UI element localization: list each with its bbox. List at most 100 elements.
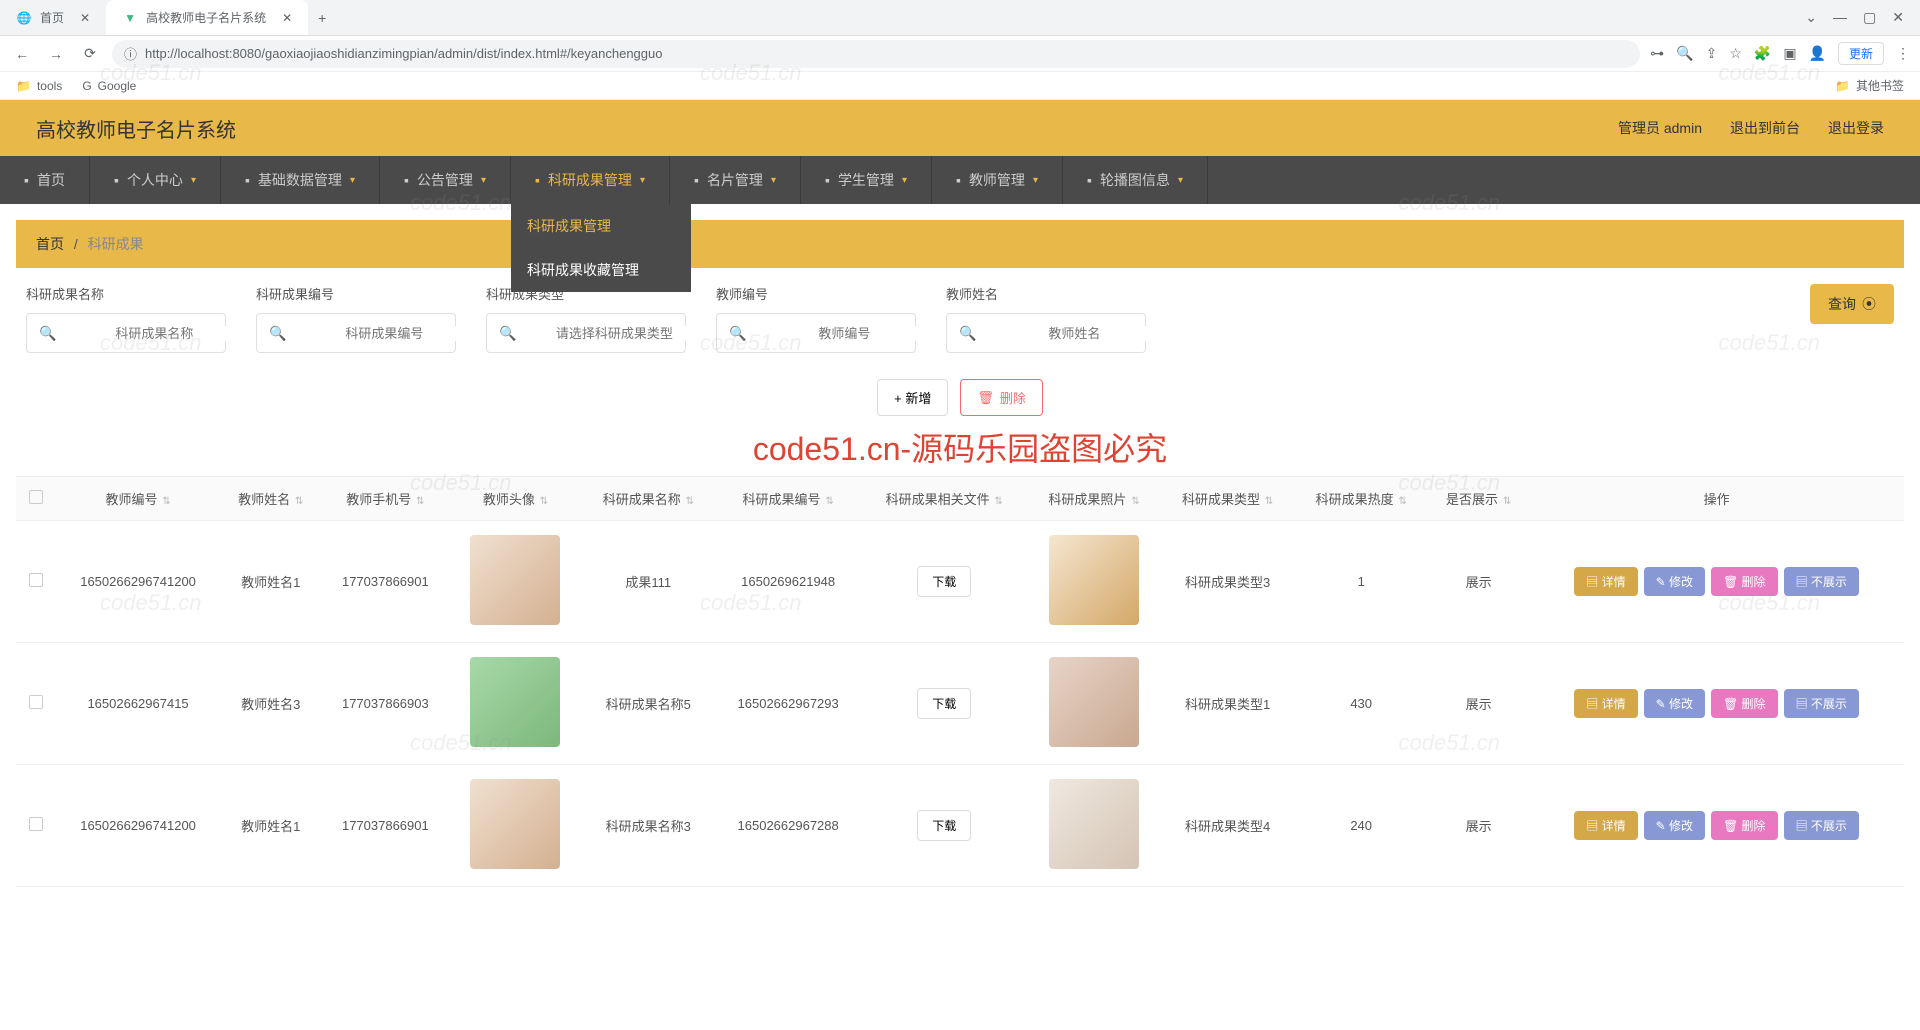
add-button[interactable]: + 新增: [877, 379, 948, 416]
bookmark-other[interactable]: 📁 其他书签: [1835, 77, 1904, 94]
sort-icon: ⇅: [413, 496, 424, 507]
filter-input-wrap: 🔍: [486, 313, 686, 353]
app-header: 高校教师电子名片系统 管理员 admin 退出到前台 退出登录: [0, 100, 1920, 156]
logout-front-link[interactable]: 退出到前台: [1730, 118, 1800, 138]
breadcrumb-home[interactable]: 首页: [36, 236, 64, 252]
share-icon[interactable]: ⇪: [1706, 45, 1718, 62]
th-teacher_avatar[interactable]: 教师头像 ⇅: [449, 477, 581, 521]
th-res_heat[interactable]: 科研成果热度 ⇅: [1294, 477, 1428, 521]
update-button[interactable]: 更新: [1838, 42, 1884, 65]
search-icon: 🔍: [39, 325, 56, 342]
th-teacher_name[interactable]: 教师姓名 ⇅: [220, 477, 321, 521]
dropdown-icon[interactable]: ⌄: [1805, 9, 1817, 26]
photo-img[interactable]: [1049, 657, 1139, 747]
new-tab-button[interactable]: +: [308, 10, 336, 26]
nav-item-4[interactable]: ▪科研成果管理▾科研成果管理科研成果收藏管理: [511, 156, 670, 204]
photo-img[interactable]: [1049, 535, 1139, 625]
zoom-icon[interactable]: 🔍: [1676, 45, 1693, 62]
checkbox-all[interactable]: [29, 490, 43, 504]
cell-is-show: 展示: [1428, 765, 1529, 887]
photo-img[interactable]: [1049, 779, 1139, 869]
avatar-img[interactable]: [470, 657, 560, 747]
maximize-icon[interactable]: ▢: [1863, 9, 1876, 26]
hide-button[interactable]: ▤ 不展示: [1784, 689, 1859, 718]
url-input[interactable]: ⓘ http://localhost:8080/gaoxiaojiaoshidi…: [112, 40, 1640, 68]
cell-res-name: 科研成果名称5: [582, 643, 716, 765]
download-button[interactable]: 下载: [917, 688, 971, 719]
th-is_show[interactable]: 是否展示 ⇅: [1428, 477, 1529, 521]
extensions-icon[interactable]: 🧩: [1754, 45, 1771, 62]
th-res_name[interactable]: 科研成果名称 ⇅: [582, 477, 716, 521]
info-icon: ⓘ: [124, 44, 137, 63]
nav-item-1[interactable]: ▪个人中心▾: [90, 156, 221, 204]
panel-icon[interactable]: ▣: [1783, 45, 1796, 62]
menu-icon[interactable]: ⋮: [1896, 45, 1910, 62]
cell-is-show: 展示: [1428, 643, 1529, 765]
avatar-img[interactable]: [470, 535, 560, 625]
back-icon[interactable]: ←: [10, 42, 34, 66]
filter-type-input[interactable]: [526, 326, 702, 341]
filter-code-input[interactable]: [296, 326, 472, 341]
star-icon[interactable]: ☆: [1729, 45, 1742, 62]
logout-link[interactable]: 退出登录: [1828, 118, 1884, 138]
avatar-img[interactable]: [470, 779, 560, 869]
key-icon[interactable]: ⊶: [1650, 45, 1664, 62]
row-checkbox[interactable]: [29, 817, 43, 831]
close-window-icon[interactable]: ✕: [1892, 9, 1904, 26]
th-teacher_phone[interactable]: 教师手机号 ⇅: [321, 477, 449, 521]
detail-button[interactable]: ▤ 详情: [1574, 811, 1637, 840]
close-icon[interactable]: ✕: [80, 11, 90, 25]
edit-button[interactable]: ✎ 修改: [1644, 567, 1705, 596]
bookmark-tools[interactable]: 📁 tools: [16, 79, 62, 93]
hide-button[interactable]: ▤ 不展示: [1784, 811, 1859, 840]
delete-button[interactable]: 🗑 删除: [960, 379, 1043, 416]
chevron-down-icon: ▾: [1178, 175, 1183, 186]
nav-item-5[interactable]: ▪名片管理▾: [670, 156, 801, 204]
nav-item-0[interactable]: ▪首页: [0, 156, 90, 204]
nav-item-6[interactable]: ▪学生管理▾: [801, 156, 932, 204]
close-icon[interactable]: ✕: [282, 11, 292, 25]
filter-name-input[interactable]: [66, 326, 242, 341]
row-checkbox[interactable]: [29, 695, 43, 709]
dropdown-item[interactable]: 科研成果收藏管理: [511, 248, 691, 292]
th-res_file[interactable]: 科研成果相关文件 ⇅: [861, 477, 1027, 521]
cell-teacher-code: 1650266296741200: [56, 765, 220, 887]
browser-tab[interactable]: 🌐 首页 ✕: [0, 0, 106, 35]
nav-item-8[interactable]: ▪轮播图信息▾: [1063, 156, 1208, 204]
detail-button[interactable]: ▤ 详情: [1574, 567, 1637, 596]
nav-item-7[interactable]: ▪教师管理▾: [932, 156, 1063, 204]
search-icon: 🔍: [499, 325, 516, 342]
cell-res-code: 16502662967293: [715, 643, 861, 765]
detail-button[interactable]: ▤ 详情: [1574, 689, 1637, 718]
delete-row-button[interactable]: 🗑 删除: [1711, 811, 1778, 840]
bookmark-google[interactable]: G Google: [82, 79, 136, 93]
edit-button[interactable]: ✎ 修改: [1644, 689, 1705, 718]
query-button[interactable]: 查询 ⦿: [1810, 284, 1894, 324]
table-row: 16502662967415 教师姓名3 177037866903 科研成果名称…: [16, 643, 1904, 765]
filter-teacher_name-input[interactable]: [986, 326, 1162, 341]
delete-row-button[interactable]: 🗑 删除: [1711, 689, 1778, 718]
user-label[interactable]: 管理员 admin: [1618, 118, 1702, 138]
nav-item-3[interactable]: ▪公告管理▾: [380, 156, 511, 204]
browser-tab-active[interactable]: ▼ 高校教师电子名片系统 ✕: [106, 0, 308, 35]
reload-icon[interactable]: ⟳: [78, 42, 102, 66]
th-res_type[interactable]: 科研成果类型 ⇅: [1161, 477, 1295, 521]
delete-row-button[interactable]: 🗑 删除: [1711, 567, 1778, 596]
gear-icon: ▪: [245, 172, 250, 188]
google-icon: G: [82, 79, 91, 93]
th-res_photo[interactable]: 科研成果照片 ⇅: [1027, 477, 1161, 521]
minimize-icon[interactable]: —: [1833, 9, 1847, 26]
hide-button[interactable]: ▤ 不展示: [1784, 567, 1859, 596]
th-res_code[interactable]: 科研成果编号 ⇅: [715, 477, 861, 521]
dropdown-item[interactable]: 科研成果管理: [511, 204, 691, 248]
row-checkbox[interactable]: [29, 573, 43, 587]
filter-row: 科研成果名称 🔍 科研成果编号 🔍 科研成果类型 🔍 教师编号 🔍 教师姓名 🔍…: [16, 284, 1904, 369]
filter-teacher_code-input[interactable]: [756, 326, 932, 341]
edit-button[interactable]: ✎ 修改: [1644, 811, 1705, 840]
nav-item-2[interactable]: ▪基础数据管理▾: [221, 156, 380, 204]
forward-icon[interactable]: →: [44, 42, 68, 66]
th-teacher_code[interactable]: 教师编号 ⇅: [56, 477, 220, 521]
profile-icon[interactable]: 👤: [1809, 45, 1826, 62]
download-button[interactable]: 下载: [917, 810, 971, 841]
download-button[interactable]: 下载: [917, 566, 971, 597]
